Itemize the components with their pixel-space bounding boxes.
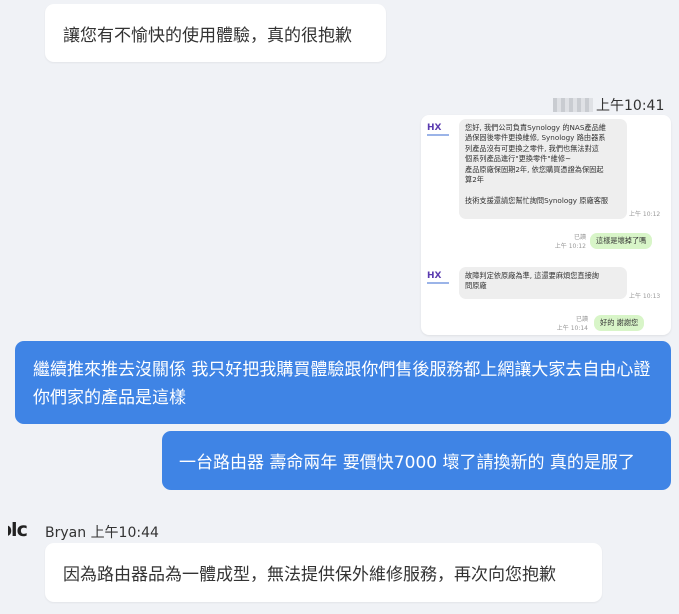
message-text: 一台路由器 壽命兩年 要價快7000 壞了請換新的 真的是服了: [179, 453, 635, 473]
sender-name: Bryan: [45, 525, 87, 541]
screenshot-time: 上午 10:12: [554, 243, 586, 250]
screenshot-time: 上午 10:13: [629, 293, 661, 300]
message-text: 讓您有不愉快的使用體驗，真的很抱歉: [63, 25, 352, 46]
incoming-message[interactable]: 讓您有不愉快的使用體驗，真的很抱歉: [45, 4, 386, 62]
outgoing-message[interactable]: 繼續推來推去沒關係 我只好把我購買體驗跟你們售後服務都上網讓大家去自由心證 你們…: [15, 341, 671, 424]
screenshot-sent-message: 好的 謝謝您: [594, 315, 645, 331]
company-logo-icon: HX: [427, 123, 449, 137]
blurred-sender-name: [553, 98, 593, 112]
message-time: 上午10:41: [596, 98, 665, 114]
screenshot-incoming-message: 您好, 我們公司負責Synology 的NAS產品維 過保固後零件更換維修, S…: [459, 119, 627, 219]
sender-header: Bryan 上午10:44: [45, 522, 159, 542]
screenshot-time: 上午 10:14: [556, 325, 588, 332]
message-time: 上午10:44: [90, 525, 159, 541]
screenshot-sent-message: 這樣是壞掉了嗎: [590, 233, 653, 249]
message-meta: 上午10:41: [553, 95, 664, 115]
avatar[interactable]: olc: [8, 517, 36, 543]
screenshot-read-status: 已讀: [575, 316, 588, 323]
screenshot-read-status: 已讀: [573, 234, 586, 241]
shared-screenshot-image[interactable]: HX 您好, 我們公司負責Synology 的NAS產品維 過保固後零件更換維修…: [421, 115, 671, 335]
screenshot-incoming-message: 故障判定依原廠為準, 這還要麻煩您直接詢 問原廠: [459, 267, 627, 299]
message-text: 因為路由器品為一體成型，無法提供保外維修服務，再次向您抱歉: [63, 565, 556, 585]
message-text: 繼續推來推去沒關係 我只好把我購買體驗跟你們售後服務都上網讓大家去自由心證 你們…: [33, 360, 651, 408]
company-logo-icon: HX: [427, 271, 449, 285]
screenshot-time: 上午 10:12: [629, 211, 661, 218]
incoming-message[interactable]: 因為路由器品為一體成型，無法提供保外維修服務，再次向您抱歉: [45, 543, 602, 602]
outgoing-message[interactable]: 一台路由器 壽命兩年 要價快7000 壞了請換新的 真的是服了: [162, 431, 671, 490]
